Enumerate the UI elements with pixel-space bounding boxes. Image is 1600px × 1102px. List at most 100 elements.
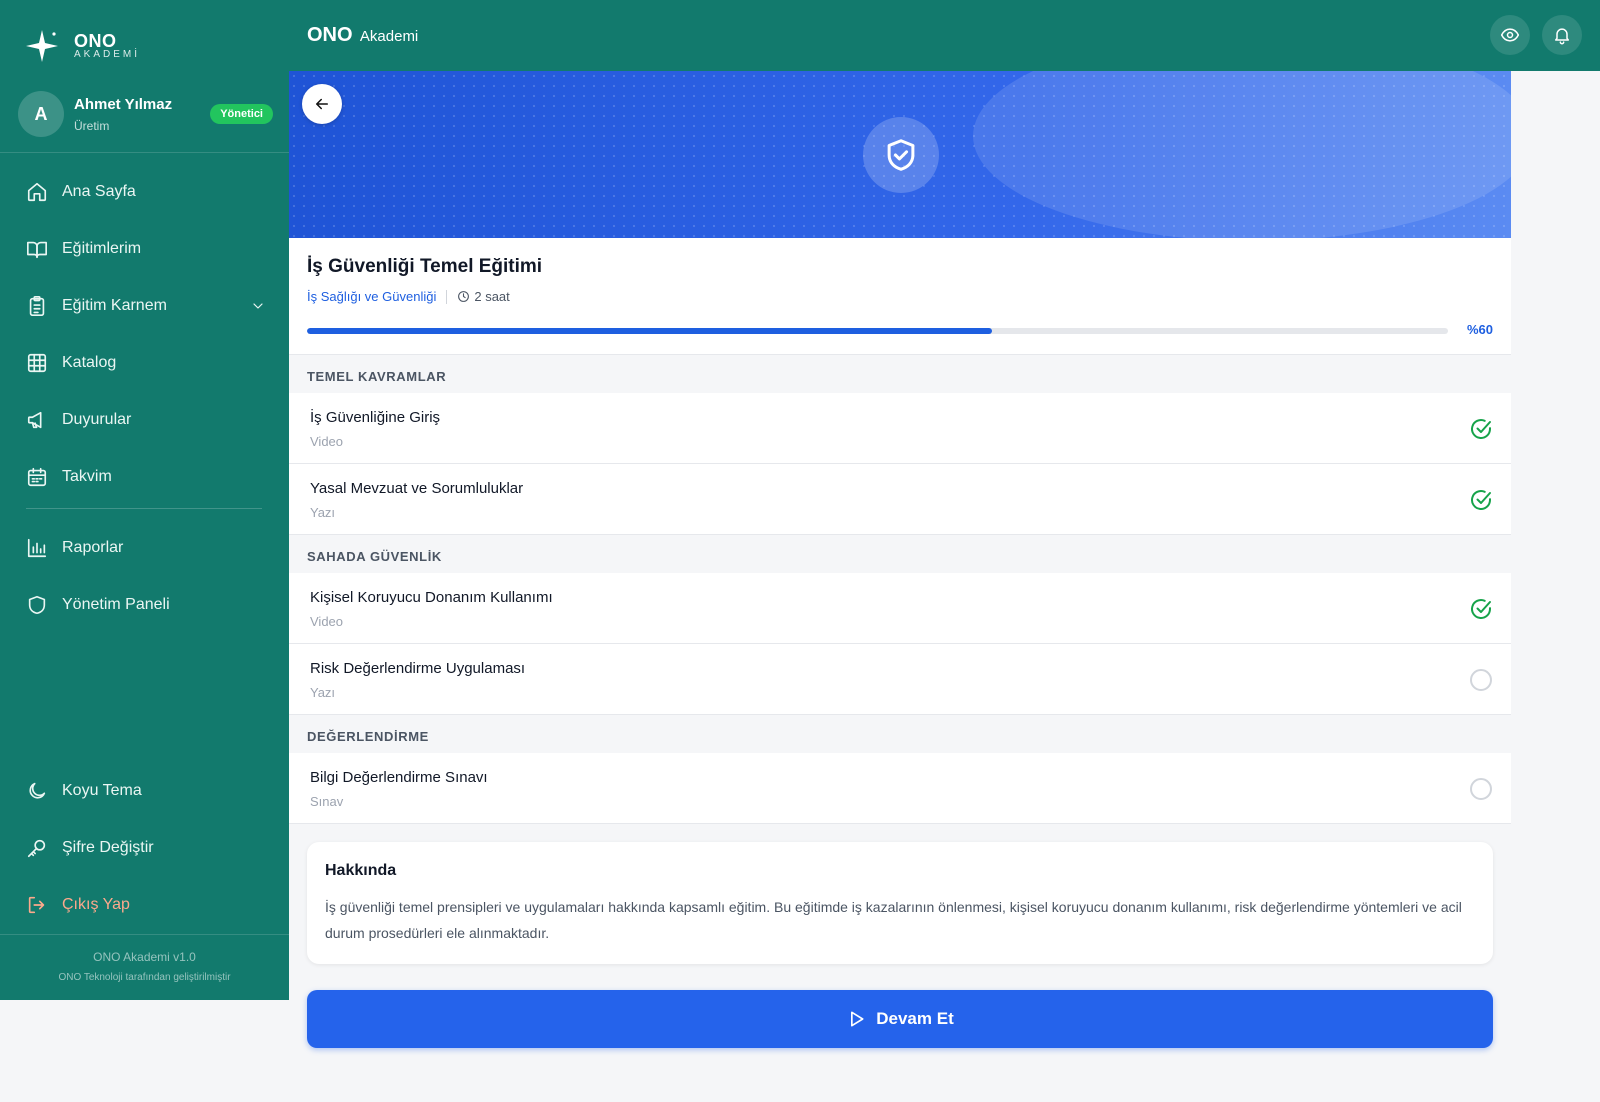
shield-icon bbox=[28, 595, 46, 615]
course-title: İş Güvenliği Temel Eğitimi bbox=[307, 256, 543, 277]
divider bbox=[26, 508, 262, 509]
lesson-type: Yazı bbox=[310, 505, 336, 520]
key-icon bbox=[27, 839, 46, 858]
lesson-item[interactable]: Bilgi Değerlendirme Sınavı Sınav bbox=[289, 753, 1511, 824]
topbar: ONO Akademi bbox=[289, 0, 1600, 71]
sidebar-item-logout[interactable]: Çıkış Yap bbox=[26, 887, 266, 923]
chevron-down-icon[interactable] bbox=[250, 298, 266, 314]
progress-bar bbox=[307, 328, 1448, 334]
lesson-name: Bilgi Değerlendirme Sınavı bbox=[310, 769, 488, 786]
sidebar-footer: ONO Akademi v1.0 ONO Teknoloji tarafında… bbox=[0, 950, 289, 983]
sidebar-item-label: Yönetim Paneli bbox=[62, 596, 170, 613]
bar-chart-icon bbox=[27, 538, 47, 558]
topbar-title: ONO Akademi bbox=[307, 24, 418, 47]
continue-button-label: Devam Et bbox=[876, 1009, 954, 1028]
megaphone-icon bbox=[27, 411, 42, 429]
sidebar-item-label: Çıkış Yap bbox=[62, 896, 130, 913]
sidebar-item-change-password[interactable]: Şifre Değiştir bbox=[26, 830, 266, 866]
course-meta: İş Sağlığı ve Güvenliği 2 saat bbox=[307, 289, 510, 304]
lesson-name: Risk Değerlendirme Uygulaması bbox=[310, 660, 526, 677]
logout-icon bbox=[28, 896, 45, 914]
sidebar-item-catalog[interactable]: Katalog bbox=[26, 345, 266, 381]
sparkle-icon bbox=[26, 30, 58, 62]
course-detail: İş Güvenliği Temel Eğitimi İş Sağlığı ve… bbox=[289, 71, 1511, 1048]
sidebar-item-label: Katalog bbox=[62, 354, 117, 371]
sidebar: ONO AKADEMİ A Ahmet Yılmaz Üretim Yöneti… bbox=[0, 0, 289, 1000]
lesson-item[interactable]: Yasal Mevzuat ve Sorumluluklar Yazı bbox=[289, 464, 1511, 535]
course-duration-text: 2 saat bbox=[474, 289, 510, 304]
check-circle-icon bbox=[1469, 597, 1493, 621]
continue-button[interactable]: Devam Et bbox=[307, 990, 1493, 1048]
sidebar-item-admin-panel[interactable]: Yönetim Paneli bbox=[26, 587, 266, 623]
user-department: Üretim bbox=[74, 118, 110, 133]
calendar-icon bbox=[27, 467, 47, 487]
sidebar-item-label: Şifre Değiştir bbox=[62, 839, 154, 856]
section-title: SAHADA GÜVENLİK bbox=[289, 535, 1511, 573]
moon-icon bbox=[29, 782, 46, 799]
arrow-left-icon bbox=[316, 98, 328, 110]
clock-icon bbox=[458, 291, 470, 302]
credit-text: ONO Teknoloji tarafından geliştirilmişti… bbox=[58, 972, 231, 983]
course-header: İş Güvenliği Temel Eğitimi İş Sağlığı ve… bbox=[289, 238, 1511, 355]
sidebar-item-reports[interactable]: Raporlar bbox=[26, 530, 266, 566]
grid-icon bbox=[27, 353, 47, 373]
avatar: A bbox=[18, 91, 64, 137]
progress-fill bbox=[307, 328, 992, 334]
role-badge: Yönetici bbox=[210, 104, 273, 124]
lesson-type: Video bbox=[310, 434, 344, 449]
topbar-title-rest: Akademi bbox=[359, 28, 419, 45]
lesson-item[interactable]: Risk Değerlendirme Uygulaması Yazı bbox=[289, 644, 1511, 715]
divider bbox=[0, 934, 289, 935]
book-open-icon bbox=[27, 241, 47, 259]
lesson-name: Kişisel Koruyucu Donanım Kullanımı bbox=[310, 589, 553, 606]
sidebar-item-dark-theme[interactable]: Koyu Tema bbox=[26, 773, 266, 809]
sidebar-item-label: Koyu Tema bbox=[62, 782, 142, 799]
notifications-button[interactable] bbox=[1542, 15, 1582, 55]
shield-check-icon bbox=[887, 139, 915, 171]
sidebar-item-label: Raporlar bbox=[62, 539, 124, 556]
sidebar-item-announcements[interactable]: Duyurular bbox=[26, 402, 266, 438]
eye-icon bbox=[1500, 28, 1520, 42]
check-circle-icon bbox=[1469, 417, 1493, 441]
topbar-title-bold: ONO bbox=[307, 24, 353, 46]
lesson-item[interactable]: İş Güvenliğine Giriş Video bbox=[289, 393, 1511, 464]
course-duration: 2 saat bbox=[457, 289, 510, 304]
empty-circle-icon bbox=[1470, 669, 1492, 691]
sidebar-item-label: Eğitimlerim bbox=[62, 240, 142, 257]
lesson-type: Sınav bbox=[310, 794, 344, 809]
brand-name: ONO bbox=[74, 30, 117, 51]
brand-subtitle: AKADEMİ bbox=[74, 48, 141, 60]
sidebar-item-label: Ana Sayfa bbox=[62, 183, 136, 200]
back-button[interactable] bbox=[302, 84, 342, 124]
section-title: DEĞERLENDİRME bbox=[289, 715, 1511, 753]
divider bbox=[0, 152, 289, 153]
clipboard-list-icon bbox=[29, 296, 45, 316]
sidebar-item-calendar[interactable]: Takvim bbox=[26, 459, 266, 495]
lesson-type: Video bbox=[310, 614, 344, 629]
app-version: ONO Akademi v1.0 bbox=[93, 950, 196, 964]
sidebar-item-label: Duyurular bbox=[62, 411, 132, 428]
preview-button[interactable] bbox=[1490, 15, 1530, 55]
course-category[interactable]: İş Sağlığı ve Güvenliği bbox=[307, 289, 436, 304]
home-icon bbox=[27, 182, 47, 202]
sidebar-item-label: Eğitim Karnem bbox=[62, 297, 167, 314]
lesson-item[interactable]: Kişisel Koruyucu Donanım Kullanımı Video bbox=[289, 573, 1511, 644]
about-card: Hakkında İş güvenliği temel prensipleri … bbox=[307, 842, 1493, 964]
course-icon bbox=[863, 117, 939, 193]
check-circle-icon bbox=[1469, 488, 1493, 512]
sidebar-item-report-card[interactable]: Eğitim Karnem bbox=[26, 288, 266, 324]
bell-icon bbox=[1555, 28, 1569, 45]
brand-logo[interactable]: ONO AKADEMİ bbox=[24, 28, 140, 64]
lesson-name: İş Güvenliğine Giriş bbox=[310, 409, 441, 426]
lesson-type: Yazı bbox=[310, 685, 336, 700]
sidebar-item-trainings[interactable]: Eğitimlerim bbox=[26, 231, 266, 267]
progress-label: %60 bbox=[1466, 322, 1493, 337]
lesson-sections: TEMEL KAVRAMLAR İş Güvenliğine Giriş Video… bbox=[289, 355, 1511, 824]
sidebar-item-home[interactable]: Ana Sayfa bbox=[26, 174, 266, 210]
empty-circle-icon bbox=[1470, 778, 1492, 800]
divider bbox=[446, 289, 448, 304]
course-hero bbox=[289, 71, 1511, 238]
play-icon bbox=[851, 1011, 864, 1027]
user-card[interactable]: A Ahmet Yılmaz Üretim Yönetici bbox=[18, 88, 273, 140]
user-name: Ahmet Yılmaz bbox=[74, 95, 173, 113]
